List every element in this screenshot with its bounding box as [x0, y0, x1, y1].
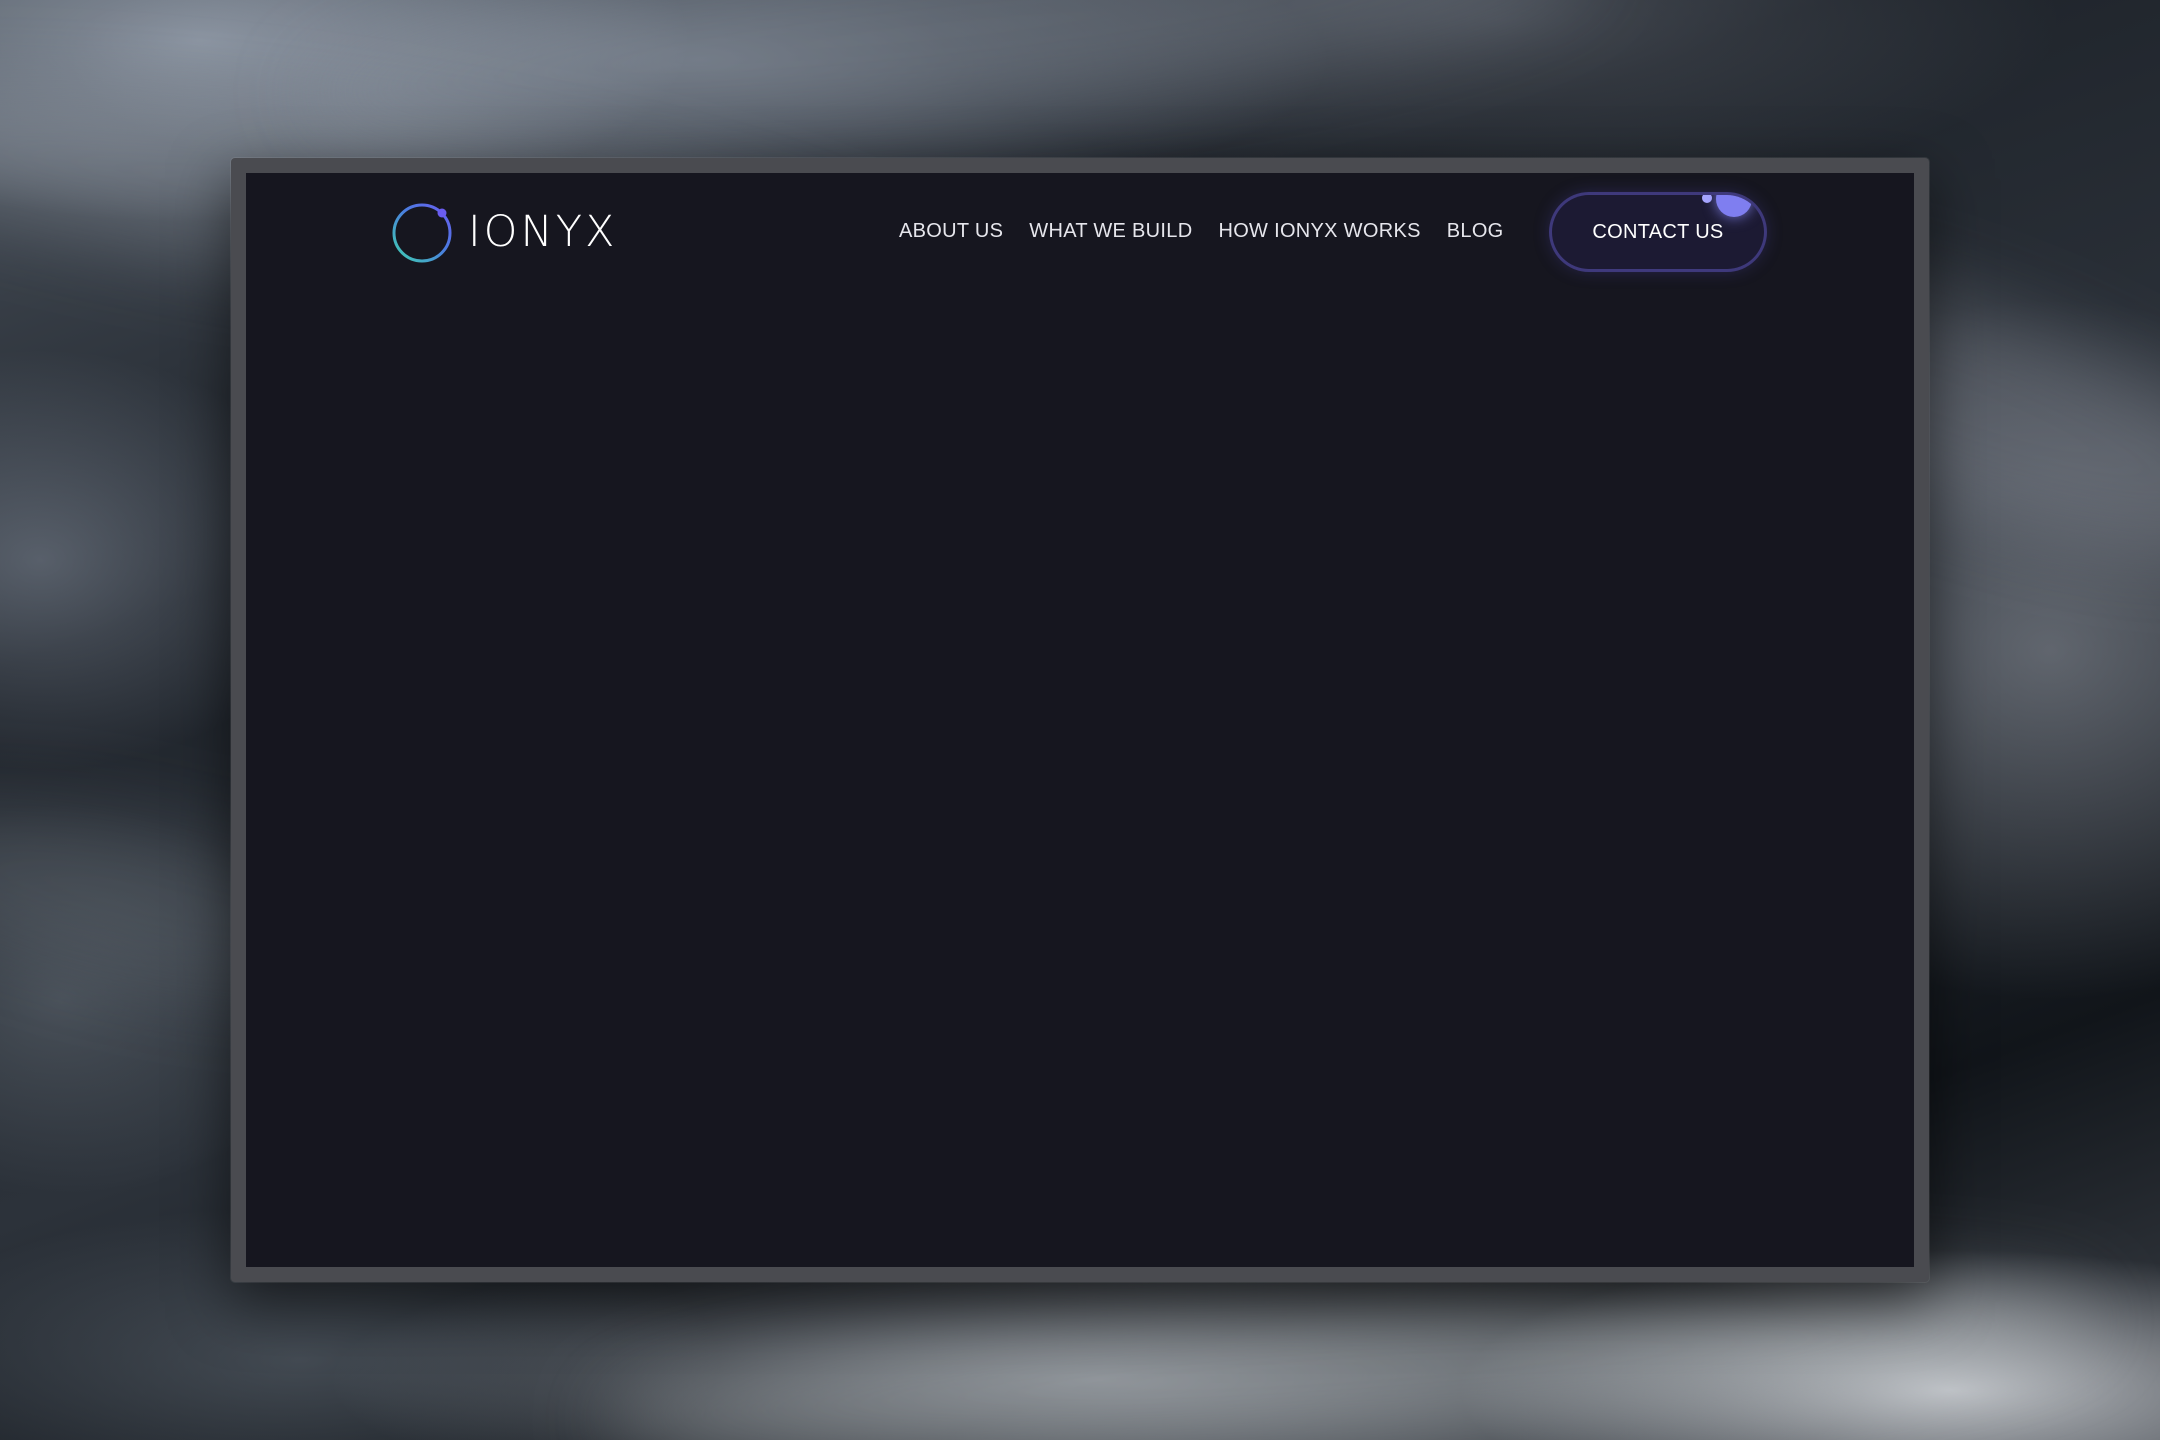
main-nav: ABOUT US WHAT WE BUILD HOW IONYX WORKS B…: [899, 218, 1530, 244]
nav-item-about-us[interactable]: ABOUT US: [899, 218, 1003, 244]
ring-orbit-icon: [392, 203, 452, 263]
nav-item-what-we-build[interactable]: WHAT WE BUILD: [1029, 218, 1192, 244]
brand-name: IONYX: [468, 207, 618, 257]
nav-item-blog[interactable]: BLOG: [1447, 218, 1504, 244]
contact-us-button[interactable]: CONTACT US: [1552, 195, 1764, 269]
nav-item-how-ionyx-works[interactable]: HOW IONYX WORKS: [1218, 218, 1420, 244]
glow-accent-small: [1702, 195, 1712, 203]
website-viewport: IONYX ABOUT US WHAT WE BUILD HOW IONYX W…: [246, 173, 1914, 1267]
brand-logo[interactable]: IONYX: [390, 199, 617, 265]
glow-accent: [1716, 195, 1752, 217]
contact-us-label: CONTACT US: [1592, 221, 1724, 243]
